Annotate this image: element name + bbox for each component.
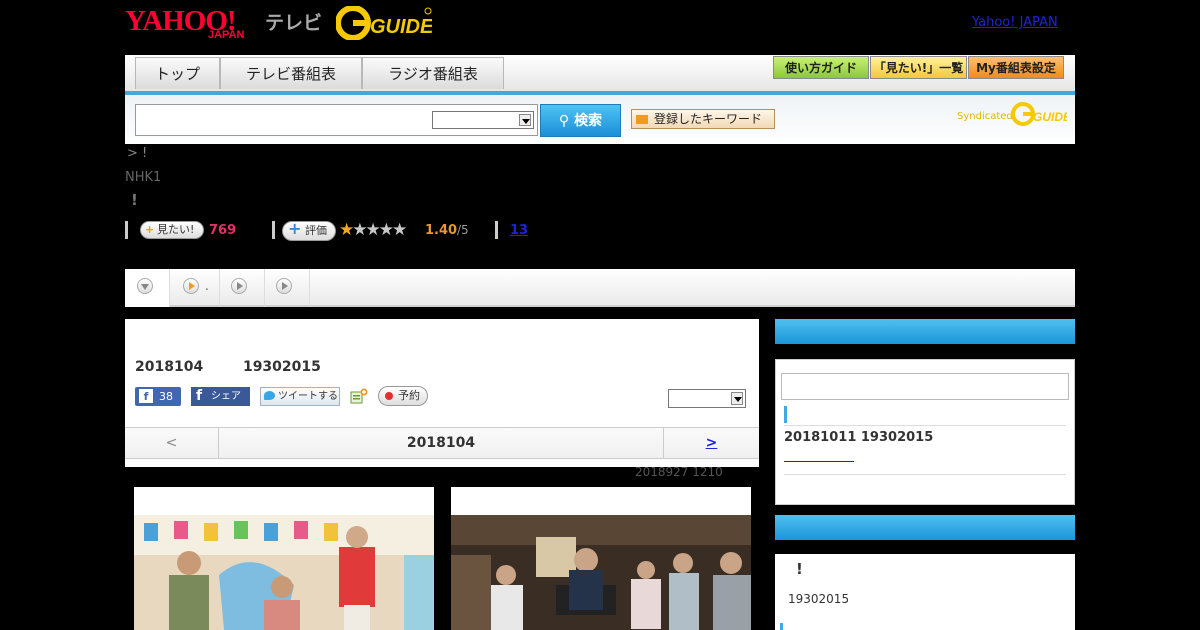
- program-thumbnail[interactable]: [134, 487, 434, 630]
- chevron-down-icon: [137, 278, 153, 294]
- sidebar-header: [775, 515, 1075, 540]
- star-empty-icon: ★: [378, 220, 394, 240]
- nav-tab-radio-listings[interactable]: ラジオ番組表: [362, 57, 504, 89]
- play-icon: [276, 278, 292, 294]
- sidebar-header: [775, 319, 1075, 344]
- rate-button[interactable]: 評価: [282, 220, 336, 241]
- gguide-logo[interactable]: GUIDE: [336, 6, 432, 40]
- tweet-button[interactable]: ツイートする: [260, 387, 340, 406]
- section-marker: [784, 406, 787, 423]
- section-marker: [780, 623, 783, 630]
- divider: [272, 221, 275, 239]
- sidebar-related-box: 20181011 19302015: [775, 359, 1075, 505]
- nav-tab-top[interactable]: トップ: [135, 57, 220, 89]
- tv-logo-text: テレビ: [265, 12, 323, 34]
- divider: [784, 425, 1066, 426]
- breadcrumb: > !: [127, 146, 148, 161]
- tweet-label: ツイートする: [278, 391, 338, 402]
- rating-value: 1.40: [425, 223, 458, 238]
- want-to-watch-count: 769: [209, 223, 237, 238]
- broadcast-datetime: 2018104 19302015: [135, 359, 321, 375]
- record-reserve-button[interactable]: 予約: [378, 386, 428, 406]
- date-pager: < 2018104 >: [125, 427, 759, 459]
- yahoo-japan-link[interactable]: Yahoo! JAPAN: [972, 15, 1058, 30]
- facebook-icon: f: [196, 388, 203, 404]
- saved-keywords-button[interactable]: 登録したキーワード: [631, 109, 775, 129]
- reminder-select[interactable]: [668, 389, 746, 408]
- search-button[interactable]: ⚲ 検索: [540, 104, 621, 137]
- sidebar-search-input[interactable]: [781, 373, 1069, 400]
- rating-stars: ★★★★★: [339, 220, 407, 240]
- sidebar-link[interactable]: [784, 461, 854, 462]
- search-category-select[interactable]: [432, 111, 534, 129]
- search-bar: ⚲ 検索 登録したキーワード Syndicated GUIDE: [125, 95, 1075, 144]
- broadcast-date: 2018104: [135, 359, 204, 375]
- yahoo-japan-logo-text: JAPAN: [208, 29, 245, 41]
- sidebar-schedule-box: ! 19302015: [775, 554, 1075, 630]
- program-title: !: [131, 191, 138, 209]
- nav-tab-tv-listings[interactable]: テレビ番組表: [220, 57, 362, 89]
- syndicated-label: Syndicated: [957, 111, 1013, 122]
- svg-text:GUIDE: GUIDE: [370, 16, 432, 38]
- last-updated: 2018927 1210: [635, 465, 723, 479]
- sidebar-broadcast-time: 19302015: [788, 592, 850, 606]
- search-button-label: 検索: [574, 113, 603, 129]
- star-empty-icon: ★: [352, 220, 367, 240]
- sidebar-program-title: !: [796, 560, 803, 578]
- review-count-link[interactable]: 13: [510, 223, 528, 238]
- tab-detail[interactable]: .: [170, 269, 220, 307]
- watchlist-button[interactable]: 「見たい!」一覧: [870, 56, 967, 79]
- facebook-share-button[interactable]: f シェア: [191, 387, 250, 406]
- search-icon: ⚲: [558, 113, 570, 129]
- facebook-icon: f: [139, 389, 153, 403]
- rating-max: /5: [457, 223, 469, 237]
- chevron-down-icon: [731, 392, 743, 405]
- next-episode-link[interactable]: >: [663, 428, 759, 458]
- program-detail-panel: 2018104 19302015 f 38 f シェア ツイートする 予約 < …: [125, 319, 759, 467]
- star-empty-icon: ★: [392, 220, 407, 240]
- want-to-watch-button[interactable]: 見たい!: [140, 221, 204, 239]
- facebook-like-button[interactable]: f 38: [135, 387, 181, 406]
- my-listings-settings-button[interactable]: My番組表設定: [968, 56, 1064, 79]
- pager-current-date: 2018104: [406, 435, 476, 451]
- main-nav: トップ テレビ番組表 ラジオ番組表 使い方ガイド 「見たい!」一覧 My番組表設…: [125, 55, 1075, 95]
- broadcast-time: 19302015: [242, 359, 321, 375]
- guide-button[interactable]: 使い方ガイド: [773, 56, 869, 79]
- svg-text:GUIDE: GUIDE: [1033, 110, 1067, 124]
- tab-detail-label: .: [205, 279, 209, 293]
- divider: [495, 221, 498, 239]
- divider: [125, 221, 128, 239]
- chevron-down-icon: [519, 114, 531, 126]
- studio-scene-image: [134, 515, 434, 630]
- facebook-share-label: シェア: [211, 391, 241, 402]
- pub-scene-image: [451, 515, 751, 630]
- star-empty-icon: ★: [365, 220, 381, 240]
- gguide-small-logo: GUIDE: [1011, 102, 1067, 126]
- star-filled-icon: ★: [339, 220, 354, 240]
- channel-name: NHK1: [125, 170, 162, 185]
- twitter-bird-icon: [264, 391, 275, 400]
- tab-overview[interactable]: [125, 269, 170, 307]
- play-icon: [231, 278, 247, 294]
- program-thumbnail[interactable]: [451, 487, 751, 630]
- next-broadcast-datetime: 20181011 19302015: [784, 430, 934, 445]
- tab-reviews[interactable]: [265, 269, 310, 307]
- tab-cast[interactable]: [220, 269, 265, 307]
- play-icon: [183, 278, 199, 294]
- content-tabs: .: [125, 269, 1075, 307]
- divider: [784, 474, 1066, 475]
- previous-episode-button[interactable]: <: [125, 428, 219, 458]
- facebook-like-count: 38: [159, 390, 173, 403]
- bookmark-icon[interactable]: [350, 388, 368, 405]
